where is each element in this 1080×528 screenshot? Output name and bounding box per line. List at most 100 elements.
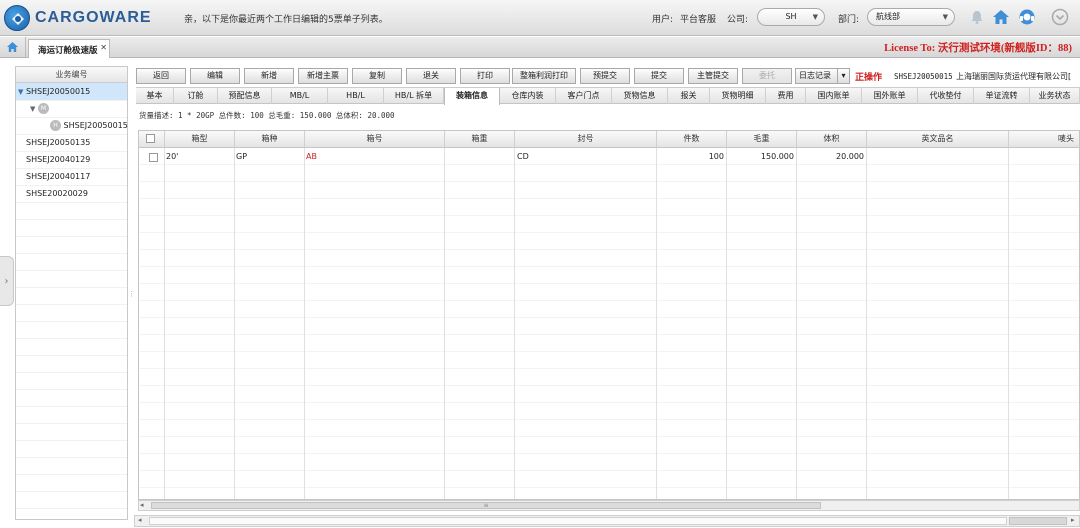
sidebar-item-label: SHSEJ20050135 [26,138,91,147]
cell-gross-weight[interactable]: 150.000 [727,149,796,165]
tab-foreign-bill[interactable]: 国外账单 [862,88,918,104]
sidebar-collapse-handle[interactable]: › [0,256,14,306]
tab-business-status[interactable]: 业务状态 [1030,88,1080,104]
col-english-name[interactable]: 英文品名 [867,131,1009,148]
pre-submit-button[interactable]: 预提交 [580,68,630,84]
sidebar-item-shsej20050015[interactable]: ▼ SHSEJ20050015 [16,83,127,100]
action-toolbar: 返回 编辑 新增 新增主票 复制 退关 打印 整箱利润打印 预提交 提交 主管提… [136,68,1080,85]
tab-cargo-info[interactable]: 货物信息 [612,88,668,104]
bell-icon[interactable] [968,8,986,26]
tab-warehouse-loading[interactable]: 仓库内装 [500,88,556,104]
submit-button[interactable]: 提交 [634,68,684,84]
sidebar-item-label: SHSE20020029 [26,189,88,198]
entrust-button[interactable]: 委托 [742,68,792,84]
sidebar-item-shse20020029[interactable]: SHSE20020029 [16,185,127,202]
sidebar-item-shsej20040117[interactable]: SHSEJ20040117 [16,168,127,185]
tab-customer-door[interactable]: 客户门点 [556,88,612,104]
cell-english-name[interactable] [868,149,1008,165]
tab-container-info[interactable]: 装箱信息 [444,88,500,105]
sidebar-item-shsej20040129[interactable]: SHSEJ20040129 [16,151,127,168]
select-all-checkbox[interactable] [146,134,155,143]
brand-name: CARGOWARE [35,9,152,26]
cell-container-type[interactable]: 20' [166,149,234,165]
tab-booking[interactable]: 订舱 [174,88,218,104]
add-button[interactable]: 新增 [244,68,294,84]
col-volume[interactable]: 体积 [797,131,867,148]
user-value: 平台客服 [680,15,717,25]
expand-icon[interactable]: ▼ [30,105,35,113]
tab-doc-flow[interactable]: 单证流转 [974,88,1030,104]
log-select[interactable]: 日志记录 ▾ [795,68,850,84]
tab-bar: 海运订舱极速版 ✕ License To: 沃行测试环境(新舰版ID：88) [0,37,1080,58]
chevron-down-icon: ▼ [942,13,948,21]
chevron-down-icon: ▼ [812,13,818,21]
container-grid: 箱型 箱种 箱号 箱重 封号 件数 毛重 体积 英文品名 唛头 20' GP A… [138,130,1080,500]
col-container-no[interactable]: 箱号 [305,131,445,148]
home-icon [7,42,18,52]
col-gross-weight[interactable]: 毛重 [727,131,797,148]
manager-submit-button[interactable]: 主管提交 [688,68,738,84]
home-tab[interactable] [0,37,26,58]
col-pieces[interactable]: 件数 [657,131,727,148]
cell-marks[interactable] [1010,149,1079,165]
scroll-left-icon[interactable]: ◂ [140,501,144,509]
home-icon[interactable] [991,8,1011,26]
cell-container-weight[interactable] [446,149,514,165]
detail-tabs: 基本 订舱 预配信息 MB/L HB/L HB/L 拆单 装箱信息 仓库内装 客… [136,87,1080,105]
tab-hbl[interactable]: HB/L [328,88,384,104]
tab-hbl-split[interactable]: HB/L 拆单 [384,88,444,104]
cell-pieces[interactable]: 100 [657,149,726,165]
master-badge-icon: M [37,103,49,114]
greeting-text: 亲，以下是你最近两个工作日编辑的5票单子列表。 [184,15,388,25]
scroll-right-icon[interactable]: ▸ [1071,516,1075,524]
tree-node-master[interactable]: ▼ M [16,100,127,117]
dropdown-circle-icon[interactable] [1051,8,1069,26]
tab-sea-booking[interactable]: 海运订舱极速版 ✕ [28,39,110,58]
cell-container-kind[interactable]: GP [236,149,304,165]
col-marks[interactable]: 唛头 [1009,131,1079,148]
print-button[interactable]: 打印 [460,68,510,84]
scroll-track [149,517,1007,525]
tab-basic[interactable]: 基本 [136,88,174,104]
row-checkbox[interactable] [149,153,158,162]
edit-button[interactable]: 编辑 [190,68,240,84]
dept-select[interactable]: 航线部 ▼ [867,8,955,26]
fcl-profit-print-button[interactable]: 整箱利润打印 [512,68,576,84]
sidebar-item-shsej20050135[interactable]: SHSEJ20050135 [16,134,127,151]
page-horizontal-scrollbar[interactable]: ◂ ▸ [134,515,1080,527]
scroll-thumb[interactable] [1009,517,1067,525]
col-container-kind[interactable]: 箱种 [235,131,305,148]
panel-splitter[interactable]: ⋮ [128,290,135,300]
company-select[interactable]: SH ▼ [757,8,825,26]
cell-seal-no[interactable]: CD [517,149,655,165]
copy-button[interactable]: 复制 [352,68,402,84]
col-container-type[interactable]: 箱型 [165,131,235,148]
scroll-thumb[interactable]: ≡ [151,502,821,509]
tab-cargo-details[interactable]: 货物明细 [710,88,766,104]
scroll-left-icon[interactable]: ◂ [138,516,142,524]
grid-horizontal-scrollbar[interactable]: ◂ ≡ [138,500,1080,511]
volume-summary: 货量描述: 1 * 20GP 总件数: 100 总毛重: 150.000 总体积… [139,111,395,120]
cancel-shipment-button[interactable]: 退关 [406,68,456,84]
tab-collect-advance[interactable]: 代收垫付 [918,88,974,104]
company-select-value: SH [785,12,797,21]
support-icon[interactable] [1018,8,1036,26]
tab-customs[interactable]: 报关 [668,88,710,104]
chevron-down-icon: ▾ [837,69,849,83]
cell-container-no[interactable]: AB [306,149,444,165]
col-seal-no[interactable]: 封号 [515,131,657,148]
tab-domestic-bill[interactable]: 国内账单 [806,88,862,104]
tab-preallocation[interactable]: 预配信息 [218,88,272,104]
business-no-header: 业务编号 [16,67,127,83]
back-button[interactable]: 返回 [136,68,186,84]
expand-icon[interactable]: ▼ [18,88,23,96]
tab-fees[interactable]: 费用 [766,88,806,104]
tree-node-house[interactable]: H SHSEJ20050015 [16,117,128,134]
tab-mbl[interactable]: MB/L [272,88,328,104]
status-label: 正操作 [855,73,883,83]
cell-volume[interactable]: 20.000 [797,149,866,165]
close-icon[interactable]: ✕ [100,43,107,52]
col-container-weight[interactable]: 箱重 [445,131,515,148]
select-all-header[interactable] [139,131,165,148]
add-master-button[interactable]: 新增主票 [298,68,348,84]
